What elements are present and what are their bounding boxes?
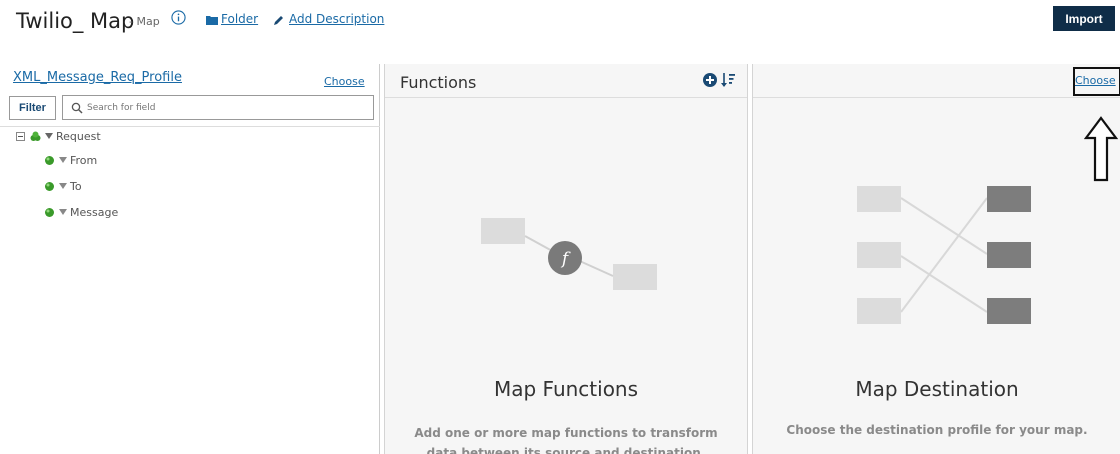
destination-panel: Choose Map Destination Choose the destin… (752, 64, 1120, 454)
pencil-icon (274, 16, 283, 25)
description-line: Add one or more map functions to transfo… (414, 426, 718, 440)
map-functions-illustration: f (481, 218, 657, 290)
search-field[interactable] (62, 95, 374, 120)
functions-header: Functions (385, 64, 747, 98)
caret-down-icon[interactable] (59, 183, 67, 189)
destination-header: Choose (753, 64, 1120, 98)
tree-node-from[interactable]: From (44, 151, 97, 169)
functions-panel: Functions f Map Functions Add one or mor… (384, 64, 748, 454)
search-input[interactable] (87, 100, 367, 116)
tree-node-label: From (70, 153, 98, 167)
map-functions-description: Add one or more map functions to transfo… (385, 423, 747, 454)
page-subtitle: - Map (129, 15, 160, 28)
source-choose-link[interactable]: Choose (324, 75, 365, 88)
caret-down-icon[interactable] (59, 157, 67, 163)
add-description-link[interactable]: Add Description (289, 12, 384, 26)
page-title: Twilio_ Map (16, 9, 135, 33)
description-line: data between its source and destination. (426, 446, 706, 454)
source-profile-link[interactable]: XML_Message_Req_Profile (13, 70, 182, 85)
add-function-icon[interactable] (703, 73, 717, 87)
map-destination-illustration (857, 186, 1031, 324)
import-button[interactable]: Import (1053, 6, 1115, 31)
functions-title: Functions (400, 73, 477, 92)
folder-icon (206, 16, 218, 25)
source-profile-panel: XML_Message_Req_Profile Choose Filter Re… (0, 64, 380, 454)
map-functions-title: Map Functions (493, 377, 639, 401)
info-icon[interactable] (171, 10, 186, 25)
filter-button[interactable]: Filter (9, 96, 56, 120)
search-icon (71, 102, 83, 114)
folder-link[interactable]: Folder (221, 12, 258, 26)
map-destination-title: Map Destination (855, 377, 1019, 401)
source-panel-header: XML_Message_Req_Profile Choose (0, 64, 380, 94)
node-icon (45, 181, 54, 191)
tree-node-request[interactable]: Request (16, 127, 101, 145)
node-group-icon (30, 131, 41, 141)
caret-down-icon[interactable] (59, 209, 67, 215)
tree-node-label: Request (56, 129, 101, 143)
tree-node-label: Message (70, 205, 119, 219)
collapse-icon[interactable] (16, 131, 25, 141)
tree-node-message[interactable]: Message (44, 203, 118, 221)
map-destination-description: Choose the destination profile for your … (786, 423, 1088, 437)
arrow-up-icon (1084, 116, 1118, 182)
tree-node-to[interactable]: To (44, 177, 82, 195)
destination-choose-link[interactable]: Choose (1075, 74, 1116, 87)
sort-icon[interactable] (721, 72, 735, 88)
node-icon (45, 155, 54, 165)
node-icon (45, 207, 54, 217)
map-header: Twilio_ Map - Map Folder Add Description… (0, 0, 1120, 44)
tree-node-label: To (70, 179, 82, 193)
caret-down-icon[interactable] (45, 133, 53, 139)
